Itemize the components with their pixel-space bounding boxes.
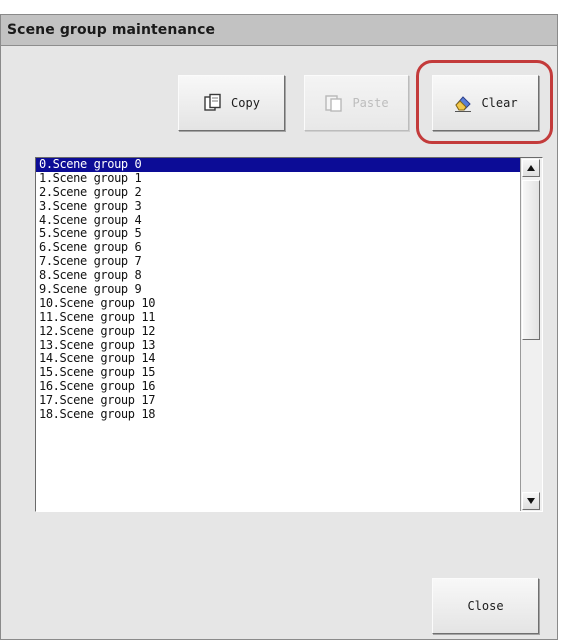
arrow-up-icon bbox=[527, 165, 535, 171]
scene-group-list-item[interactable]: 14.Scene group 14 bbox=[36, 352, 520, 366]
dialog-title: Scene group maintenance bbox=[1, 15, 557, 46]
scene-group-list-item[interactable]: 3.Scene group 3 bbox=[36, 199, 520, 214]
scene-group-maintenance-dialog: Scene group maintenance Copy Paste Clear… bbox=[0, 14, 558, 640]
scene-group-list[interactable]: 0.Scene group 0 1.Scene group 1 2.Scene gr… bbox=[35, 157, 543, 512]
scene-group-list-item[interactable]: 16.Scene group 16 bbox=[36, 379, 520, 394]
scene-group-list-item[interactable]: 11.Scene group 11 bbox=[36, 310, 520, 325]
scene-group-list-item[interactable]: 15.Scene group 15 bbox=[36, 365, 520, 380]
clear-button[interactable]: Clear bbox=[432, 75, 539, 131]
scene-group-list-item[interactable]: 18.Scene group 18 bbox=[36, 407, 520, 422]
scene-group-list-item[interactable]: 17.Scene group 17 bbox=[36, 393, 520, 408]
scene-group-list-items: 0.Scene group 0 1.Scene group 1 2.Scene gr… bbox=[36, 158, 520, 511]
scroll-thumb[interactable] bbox=[522, 180, 540, 340]
paste-icon bbox=[324, 93, 344, 113]
clear-button-label: Clear bbox=[481, 96, 518, 110]
scene-group-list-item[interactable]: 1.Scene group 1 bbox=[36, 171, 520, 186]
scene-group-list-item[interactable]: 9.Scene group 9 bbox=[36, 282, 520, 297]
close-button[interactable]: Close bbox=[432, 578, 539, 634]
scene-group-list-item[interactable]: 4.Scene group 4 bbox=[36, 213, 520, 228]
scene-group-list-item[interactable]: 0.Scene group 0 bbox=[36, 158, 520, 172]
scroll-down-button[interactable] bbox=[522, 492, 540, 510]
scene-group-list-item[interactable]: 12.Scene group 12 bbox=[36, 324, 520, 339]
scroll-up-button[interactable] bbox=[522, 159, 540, 177]
copy-button-label: Copy bbox=[231, 96, 260, 110]
arrow-down-icon bbox=[527, 498, 535, 504]
copy-button[interactable]: Copy bbox=[178, 75, 285, 131]
paste-button-label: Paste bbox=[352, 96, 389, 110]
list-scrollbar[interactable] bbox=[520, 158, 542, 511]
scene-group-list-item[interactable]: 6.Scene group 6 bbox=[36, 240, 520, 255]
copy-icon bbox=[203, 93, 223, 113]
scene-group-list-item[interactable]: 7.Scene group 7 bbox=[36, 254, 520, 269]
eraser-icon bbox=[453, 93, 473, 113]
paste-button[interactable]: Paste bbox=[304, 75, 409, 131]
scene-group-list-item[interactable]: 2.Scene group 2 bbox=[36, 185, 520, 200]
scene-group-list-item[interactable]: 5.Scene group 5 bbox=[36, 227, 520, 241]
scene-group-list-item[interactable]: 13.Scene group 13 bbox=[36, 338, 520, 353]
scene-group-list-item[interactable]: 10.Scene group 10 bbox=[36, 296, 520, 311]
scene-group-list-item[interactable]: 8.Scene group 8 bbox=[36, 268, 520, 283]
close-button-label: Close bbox=[467, 599, 504, 613]
